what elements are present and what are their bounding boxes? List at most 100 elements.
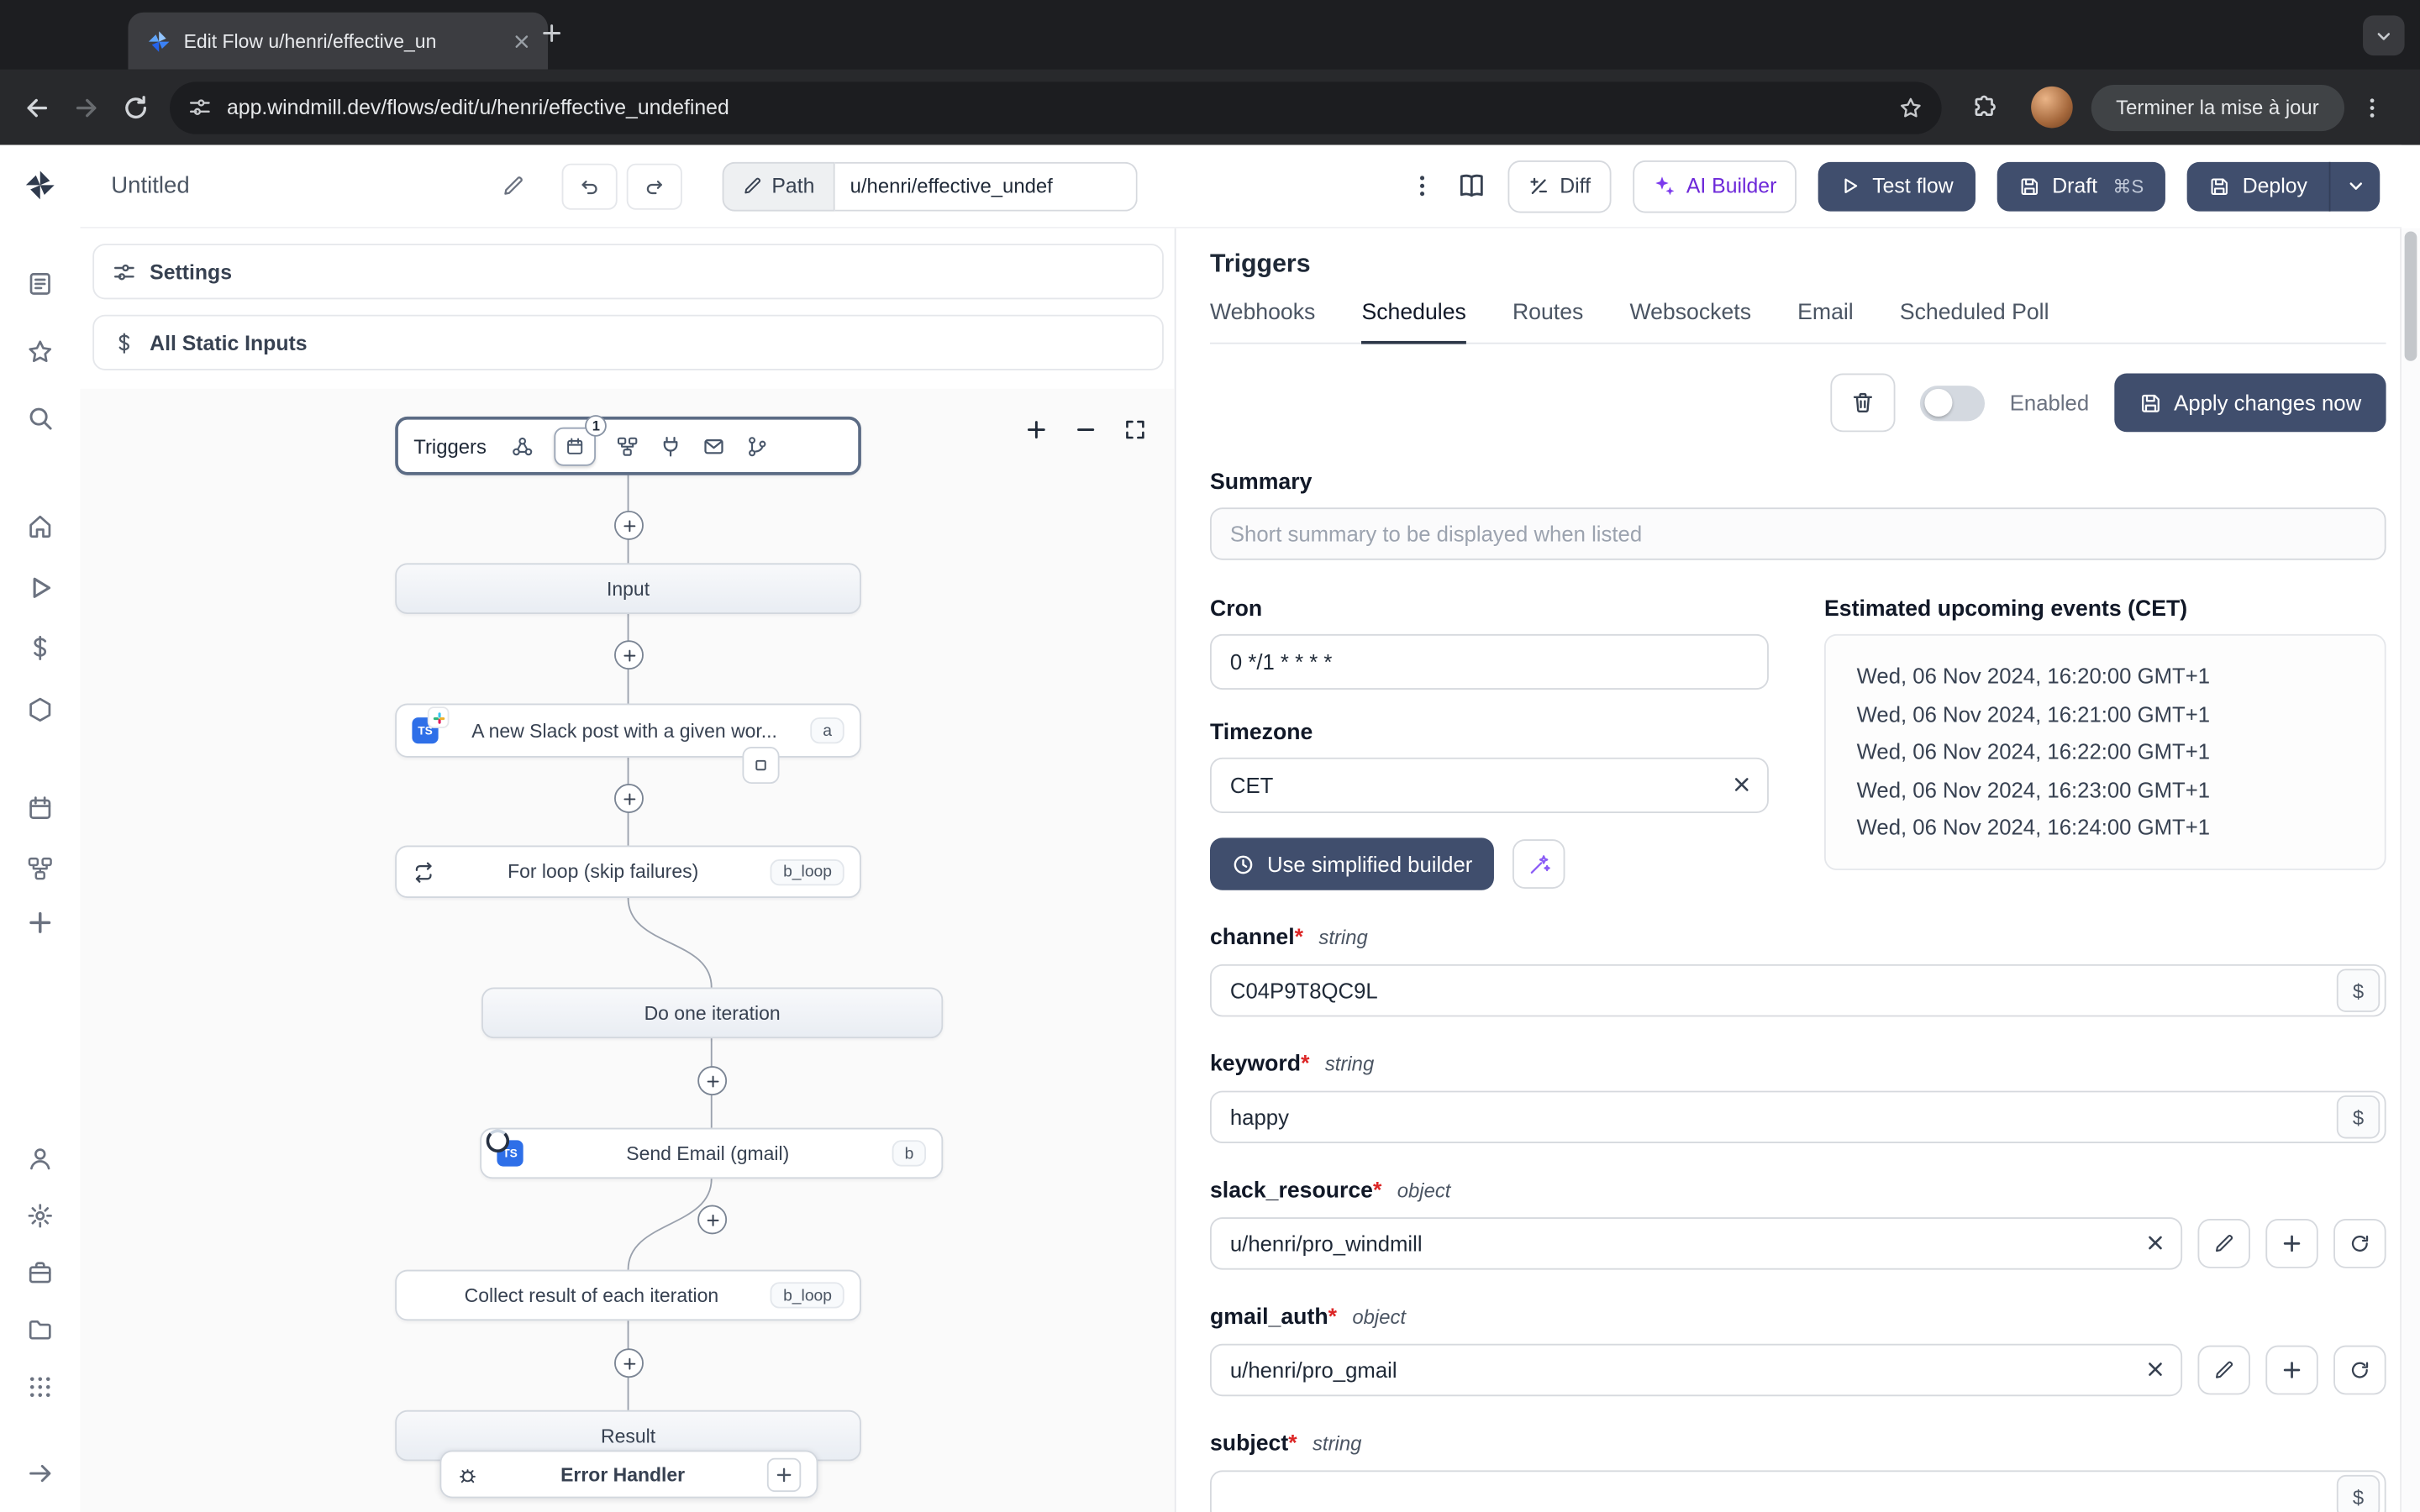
diff-button[interactable]: Diff <box>1507 160 1611 213</box>
bookmark-icon[interactable] <box>1898 95 1923 119</box>
tab-schedules[interactable]: Schedules <box>1361 301 1466 344</box>
timezone-input[interactable] <box>1209 757 1769 813</box>
workspace-icon[interactable] <box>26 1259 54 1287</box>
expand-sidebar-icon[interactable] <box>26 1460 54 1488</box>
gmail-auth-input[interactable] <box>1209 1343 2183 1397</box>
clear-timezone-icon[interactable] <box>1730 773 1754 796</box>
edit-resource-button[interactable] <box>2197 1219 2250 1268</box>
site-settings-icon[interactable] <box>188 96 212 119</box>
path-input[interactable] <box>834 160 1138 211</box>
tab-websockets[interactable]: Websockets <box>1629 301 1751 344</box>
ai-cron-button[interactable] <box>1512 839 1565 889</box>
email-step-node[interactable]: TS Send Email (gmail) b <box>480 1127 944 1179</box>
tab-routes[interactable]: Routes <box>1512 301 1583 344</box>
scrollbar[interactable] <box>2400 228 2420 1512</box>
zoom-in-button[interactable] <box>1017 411 1054 448</box>
insert-step-button[interactable] <box>614 640 644 670</box>
user-icon[interactable] <box>26 1145 54 1173</box>
dollar-badge[interactable]: $ <box>2336 969 2381 1012</box>
folders-icon[interactable] <box>26 1316 54 1344</box>
error-handler-node[interactable]: Error Handler <box>439 1450 818 1499</box>
tab-webhooks[interactable]: Webhooks <box>1210 301 1315 344</box>
address-bar[interactable]: app.windmill.dev/flows/edit/u/henri/effe… <box>170 81 1942 134</box>
schedules-icon[interactable] <box>26 795 54 822</box>
cron-input[interactable] <box>1209 633 1769 690</box>
settings-row[interactable]: Settings <box>92 244 1164 300</box>
insert-step-button[interactable] <box>697 1205 728 1235</box>
insert-step-button[interactable] <box>614 784 644 813</box>
schedule-trigger-button[interactable]: 1 <box>554 414 608 465</box>
add-resource-button[interactable] <box>2265 1345 2318 1395</box>
dollar-badge[interactable]: $ <box>2336 1474 2381 1512</box>
browser-tab[interactable]: Edit Flow u/henri/effective_un <box>128 12 549 70</box>
refresh-resource-button[interactable] <box>2333 1219 2386 1268</box>
webhook-icon[interactable] <box>511 434 534 458</box>
input-node[interactable]: Input <box>395 563 861 615</box>
gear-icon[interactable] <box>26 1202 54 1230</box>
iteration-node[interactable]: Do one iteration <box>481 987 944 1039</box>
flow-name-wrap[interactable]: Untitled <box>111 173 524 199</box>
slack-resource-input[interactable] <box>1209 1217 2183 1270</box>
add-icon[interactable] <box>26 909 54 937</box>
dollar-badge[interactable]: $ <box>2336 1095 2381 1139</box>
delete-schedule-button[interactable] <box>1830 373 1896 433</box>
tab-scheduled-poll[interactable]: Scheduled Poll <box>1900 301 2049 344</box>
flows-icon[interactable] <box>26 855 54 883</box>
email-icon[interactable] <box>702 434 726 458</box>
path-button[interactable]: Path <box>722 160 835 211</box>
simplified-builder-button[interactable]: Use simplified builder <box>1209 837 1495 890</box>
docs-icon[interactable] <box>1456 171 1486 201</box>
apply-changes-button[interactable]: Apply changes now <box>2113 373 2386 433</box>
windmill-logo[interactable] <box>24 168 57 202</box>
insert-step-button[interactable] <box>614 510 644 540</box>
scrollbar-thumb[interactable] <box>2404 231 2417 361</box>
new-tab-button[interactable] <box>540 22 564 45</box>
apps-grid-icon[interactable] <box>26 1373 54 1401</box>
deploy-button[interactable]: Deploy <box>2187 161 2329 211</box>
forward-button[interactable] <box>61 82 111 132</box>
refresh-resource-button[interactable] <box>2333 1345 2386 1395</box>
ai-builder-button[interactable]: AI Builder <box>1632 160 1797 213</box>
dollar-icon[interactable] <box>26 634 54 662</box>
clear-icon[interactable] <box>2144 1357 2167 1381</box>
extensions-button[interactable] <box>1960 82 2010 132</box>
insert-step-button[interactable] <box>614 1348 644 1378</box>
clear-icon[interactable] <box>2144 1231 2167 1255</box>
zoom-out-button[interactable] <box>1066 411 1103 448</box>
resources-icon[interactable] <box>26 696 54 723</box>
runs-icon[interactable] <box>26 270 54 297</box>
collect-node[interactable]: Collect result of each iteration b_loop <box>395 1269 861 1321</box>
tab-email[interactable]: Email <box>1797 301 1854 344</box>
slack-step-node[interactable]: TS A new Slack post with a given wor... … <box>395 703 861 758</box>
favorites-icon[interactable] <box>26 338 54 365</box>
edit-resource-button[interactable] <box>2197 1345 2250 1395</box>
poll-icon[interactable] <box>746 434 770 458</box>
insert-step-button[interactable] <box>697 1066 728 1096</box>
summary-input[interactable] <box>1209 507 2386 560</box>
enabled-toggle[interactable] <box>1920 385 1986 421</box>
test-flow-button[interactable]: Test flow <box>1818 160 1975 211</box>
add-error-handler-button[interactable] <box>766 1457 802 1492</box>
keyword-input[interactable] <box>1209 1090 2386 1144</box>
edit-name-icon[interactable] <box>502 175 525 198</box>
static-inputs-row[interactable]: All Static Inputs <box>92 314 1164 370</box>
browser-update-button[interactable]: Terminer la mise à jour <box>2091 84 2344 131</box>
home-icon[interactable] <box>26 512 54 540</box>
websocket-icon[interactable] <box>660 434 683 458</box>
subject-input[interactable] <box>1209 1470 2386 1512</box>
browser-menu-button[interactable] <box>2347 82 2396 132</box>
search-icon[interactable] <box>26 404 54 432</box>
deploy-options-button[interactable] <box>2330 161 2380 211</box>
tab-close-icon[interactable] <box>511 30 533 52</box>
more-options-icon[interactable] <box>1408 173 1434 199</box>
module-action-button[interactable] <box>742 746 780 785</box>
redo-button[interactable] <box>626 162 682 209</box>
triggers-node[interactable]: Triggers 1 <box>395 414 861 475</box>
channel-input[interactable] <box>1209 963 2386 1017</box>
back-button[interactable] <box>13 82 62 132</box>
flow-canvas[interactable]: Triggers 1 Input TS A new Slack post wit… <box>80 388 1175 1512</box>
draft-button[interactable]: Draft ⌘S <box>1996 160 2165 211</box>
routes-icon[interactable] <box>616 434 639 458</box>
forloop-node[interactable]: For loop (skip failures) b_loop <box>395 845 861 898</box>
add-resource-button[interactable] <box>2265 1219 2318 1268</box>
